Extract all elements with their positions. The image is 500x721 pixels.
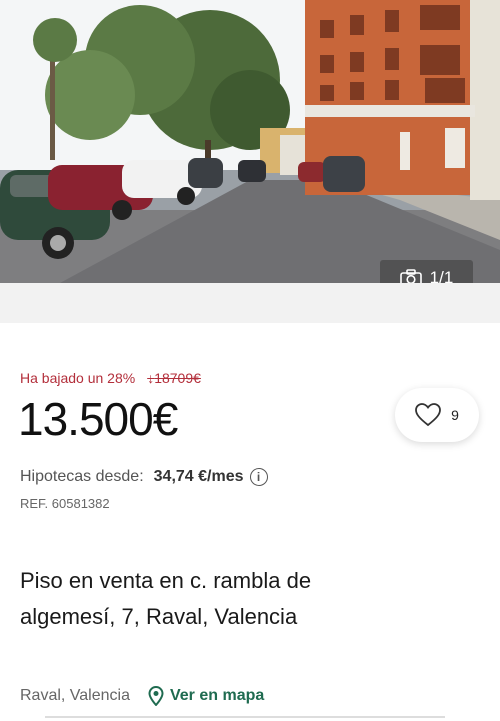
- mortgage-amount: 34,74 €/mes: [153, 468, 244, 485]
- street-scene-image: [0, 0, 500, 283]
- price-drop-label: Ha bajado un 28%: [20, 370, 136, 386]
- view-map-label: Ver en mapa: [169, 687, 265, 704]
- camera-icon: [399, 268, 422, 283]
- listing-title: Piso en venta en c. rambla de algemesí, …: [20, 568, 312, 629]
- reference-number: REF. 60581382: [20, 496, 110, 511]
- mortgage-label: Hipotecas desde:: [20, 468, 144, 485]
- old-price: ↓18709€: [147, 370, 201, 386]
- divider: [45, 716, 445, 718]
- photo-counter-label: 1/1: [429, 267, 454, 284]
- location-area: Raval, Valencia: [20, 687, 130, 704]
- mortgage-info: Hipotecas desde: 34,74 €/mes i: [20, 468, 268, 486]
- price-drop-info: Ha bajado un 28% ↓18709€: [20, 370, 201, 386]
- view-map-link[interactable]: Ver en mapa: [148, 686, 264, 706]
- old-price-value: 18709€: [154, 370, 201, 386]
- map-pin-icon: [148, 686, 164, 706]
- favorite-count: 9: [451, 407, 459, 423]
- photo-footer-strip: [0, 283, 500, 323]
- location-row: Raval, Valencia Ver en mapa: [20, 686, 264, 706]
- current-price: 13.500€: [18, 393, 178, 445]
- favorite-button[interactable]: 9: [395, 388, 479, 442]
- heart-icon: [415, 403, 441, 427]
- photo-counter[interactable]: 1/1: [380, 260, 473, 283]
- info-icon[interactable]: i: [249, 468, 268, 486]
- property-photo[interactable]: 1/1: [0, 0, 500, 283]
